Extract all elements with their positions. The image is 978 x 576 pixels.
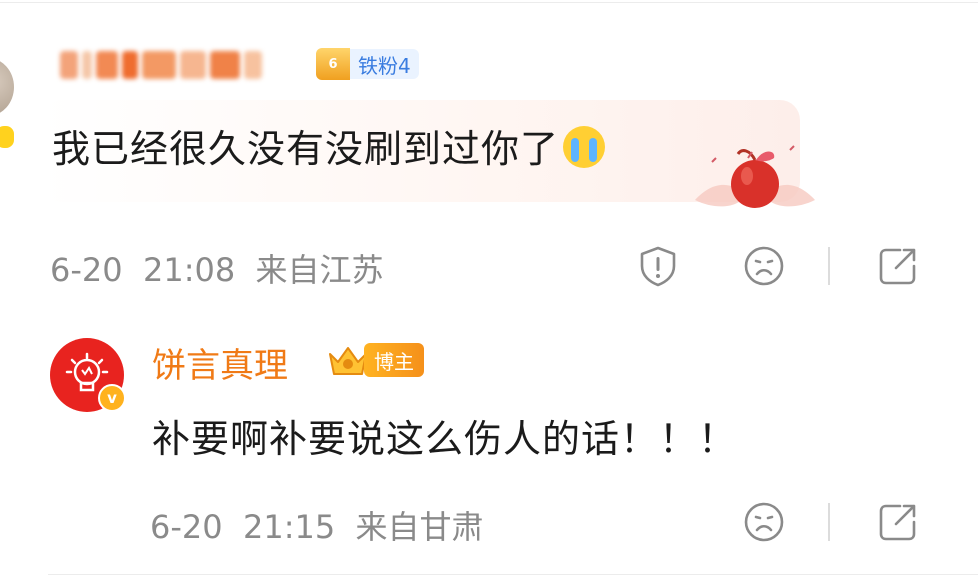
action-divider [828, 503, 830, 541]
action-divider [828, 247, 830, 285]
fan-badge-label: 铁粉4 [350, 49, 419, 79]
report-icon[interactable] [636, 244, 680, 288]
comment-text-content: 我已经很久没有没刷到过你了 [52, 127, 560, 171]
reply-date: 6-20 [150, 508, 223, 546]
share-icon[interactable] [876, 500, 920, 544]
reply-meta: 6-20 21:15 来自甘肃 [150, 502, 484, 548]
avatar[interactable] [0, 58, 14, 116]
comment-location: 来自江苏 [255, 251, 384, 289]
fan-level-icon: 6 [316, 48, 350, 80]
bottom-divider [48, 574, 978, 575]
fan-badge[interactable]: 6 铁粉4 [316, 48, 419, 80]
share-icon[interactable] [876, 244, 920, 288]
top-divider [0, 2, 978, 3]
sad-face-icon[interactable] [742, 244, 786, 288]
reply-location: 来自甘肃 [355, 508, 484, 546]
comment-date: 6-20 [50, 251, 123, 289]
username-blurred[interactable] [60, 42, 262, 88]
blurred-name-image [60, 51, 262, 79]
reply-time: 21:15 [242, 508, 336, 546]
comment-time: 21:08 [142, 251, 236, 289]
comment-text[interactable]: 我已经很久没有没刷到过你了 [52, 118, 606, 173]
comment-meta: 6-20 21:08 来自江苏 [50, 245, 384, 291]
reply-username[interactable]: 饼言真理 [152, 338, 288, 387]
crying-emoji-icon [563, 126, 606, 168]
blogger-badge[interactable]: 博主 [326, 338, 424, 382]
apple-decoration-icon [695, 145, 815, 208]
blogger-badge-label: 博主 [364, 343, 424, 377]
reply-text[interactable]: 补要啊补要说这么伤人的话！！！ [152, 408, 737, 463]
avatar-badge-icon [0, 124, 16, 150]
sad-face-icon[interactable] [742, 500, 786, 544]
verified-badge-icon: v [98, 384, 126, 412]
